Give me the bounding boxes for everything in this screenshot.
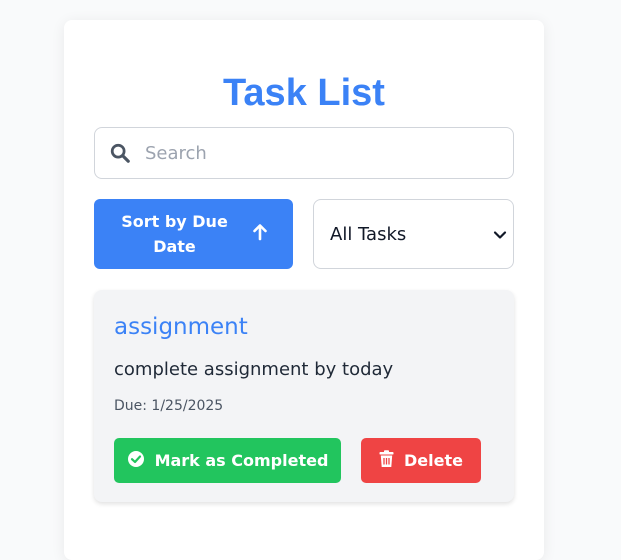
- page-title: Task List: [223, 72, 385, 114]
- sort-button-label: Sort by Due Date: [121, 212, 228, 256]
- complete-button-label: Mark as Completed: [154, 451, 329, 470]
- task-filter-select[interactable]: All Tasks: [313, 199, 514, 269]
- arrow-up-icon: [252, 223, 268, 245]
- search-box[interactable]: [94, 127, 514, 179]
- chevron-down-icon: [493, 224, 507, 245]
- sort-by-due-date-button[interactable]: Sort by Due Date: [94, 199, 293, 269]
- search-input[interactable]: [145, 142, 485, 164]
- check-circle-icon: [127, 450, 145, 472]
- mark-as-completed-button[interactable]: Mark as Completed: [114, 438, 341, 483]
- task-list-card: Task List Sort by Due Date All Tasks ass…: [64, 20, 544, 560]
- task-title: assignment: [114, 314, 248, 340]
- delete-button[interactable]: Delete: [361, 438, 481, 483]
- search-icon: [95, 142, 145, 164]
- delete-button-label: Delete: [404, 451, 463, 470]
- task-due-date: Due: 1/25/2025: [114, 398, 224, 414]
- filter-selected-value: All Tasks: [330, 223, 407, 245]
- task-item: assignment complete assignment by today …: [94, 290, 514, 502]
- task-description: complete assignment by today: [114, 359, 394, 380]
- trash-icon: [379, 449, 394, 472]
